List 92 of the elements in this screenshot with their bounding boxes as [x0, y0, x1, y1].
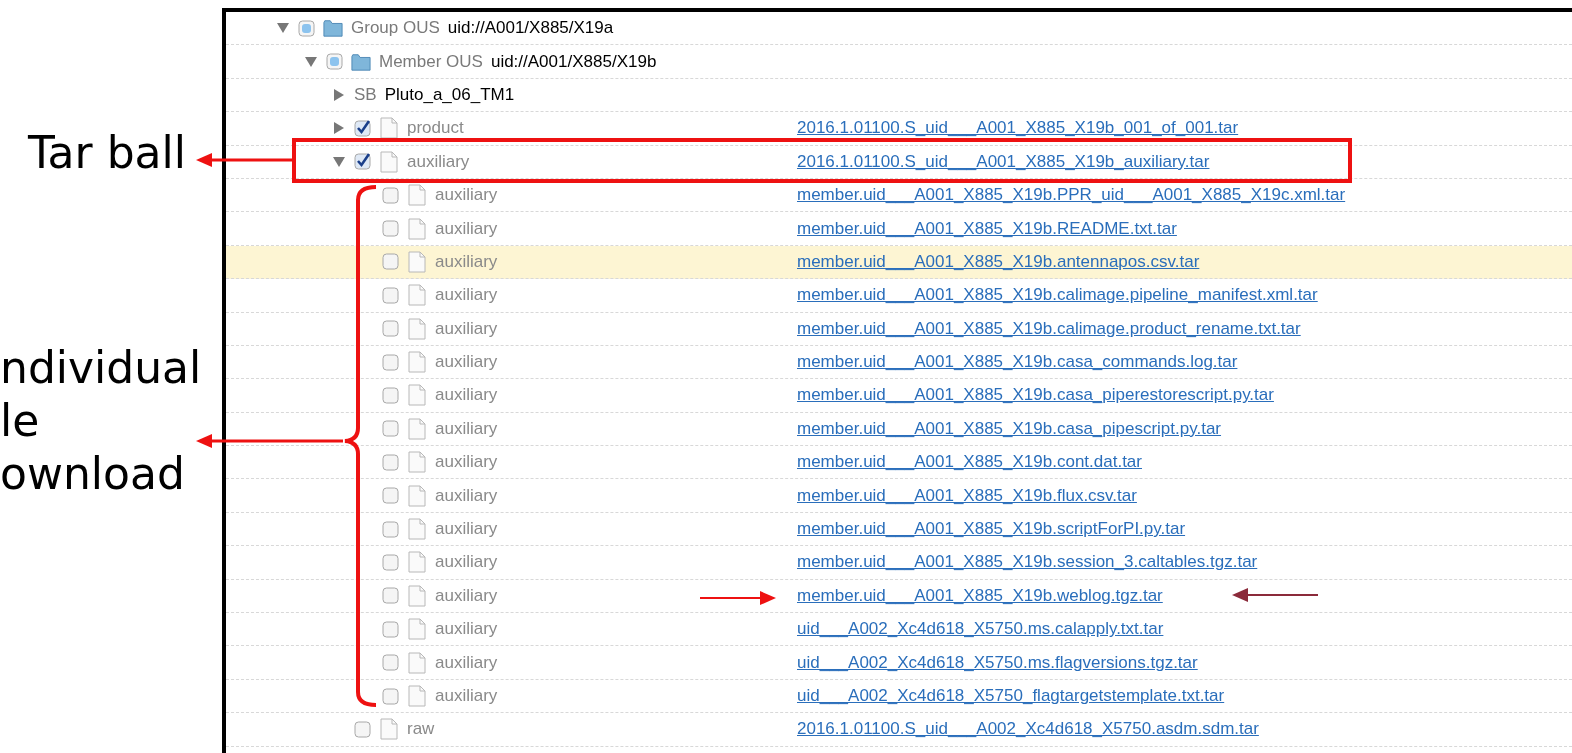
item-label: auxiliary [435, 185, 498, 206]
checkbox[interactable] [382, 654, 399, 672]
file-link[interactable]: 2016.1.01100.S_uid___A001_X885_X19b_001_of_001.tar [797, 118, 1239, 139]
file-icon [407, 551, 427, 574]
checkbox[interactable] [382, 220, 399, 238]
item-label: raw [407, 719, 435, 740]
file-link[interactable]: member.uid___A001_X885_X19b.cont.dat.tar [797, 452, 1142, 473]
checkbox[interactable] [298, 19, 315, 37]
file-icon [407, 351, 427, 374]
item-label: auxiliary [435, 585, 498, 606]
file-icon [407, 484, 427, 507]
checkbox[interactable] [382, 186, 399, 204]
collapse-triangle-icon[interactable] [332, 122, 346, 135]
file-link[interactable]: uid___A002_Xc4d618_X5750.ms.calapply.txt.tar [797, 619, 1164, 640]
annotation-label: ndividual le ownload [0, 342, 202, 501]
item-label: auxiliary [435, 552, 498, 573]
checkbox[interactable] [354, 153, 371, 171]
item-label: auxiliary [435, 285, 498, 306]
item-label: auxiliary [435, 686, 498, 706]
file-icon [407, 584, 427, 607]
file-icon [407, 284, 427, 307]
item-label: auxiliary [435, 418, 498, 439]
file-link[interactable]: 2016.1.01100.S_uid___A002_Xc4d618_X5750.asdm.sdm.tar [797, 719, 1259, 740]
file-link[interactable]: member.uid___A001_X885_X19b.flux.csv.tar [797, 485, 1137, 506]
file-link[interactable]: member.uid___A001_X885_X19b.weblog.tgz.tar [797, 585, 1163, 606]
file-link[interactable]: member.uid___A001_X885_X19b.antennapos.csv.tar [797, 251, 1200, 272]
item-label: auxiliary [435, 218, 498, 239]
file-link[interactable]: member.uid___A001_X885_X19b.casa_commands.log.tar [797, 352, 1238, 373]
file-icon [407, 317, 427, 340]
file-icon [379, 117, 399, 140]
file-icon [407, 417, 427, 440]
item-type: Group OUS [351, 18, 440, 39]
item-label: auxiliary [435, 352, 498, 373]
checkbox[interactable] [382, 487, 399, 505]
checkbox[interactable] [382, 687, 399, 705]
checkbox[interactable] [382, 520, 399, 538]
checkbox[interactable] [382, 553, 399, 571]
item-label: auxiliary [435, 519, 498, 540]
folder-icon [323, 17, 343, 40]
file-link[interactable]: member.uid___A001_X885_X19b.casa_pipescript.py.tar [797, 418, 1222, 439]
checkbox[interactable] [326, 53, 343, 71]
file-link[interactable]: member.uid___A001_X885_X19b.casa_piperestorescript.py.tar [797, 385, 1274, 406]
item-label: auxiliary [435, 452, 498, 473]
checkbox[interactable] [382, 453, 399, 471]
file-icon [407, 184, 427, 207]
item-label: auxiliary [435, 318, 498, 339]
item-label: auxiliary [407, 151, 470, 172]
checkbox[interactable] [382, 286, 399, 304]
checkbox[interactable] [382, 420, 399, 438]
checkbox[interactable] [382, 620, 399, 638]
checkbox[interactable] [382, 587, 399, 605]
file-link[interactable]: member.uid___A001_X885_X19b.README.txt.tar [797, 218, 1177, 239]
expand-triangle-icon[interactable] [332, 155, 346, 168]
checkbox[interactable] [354, 119, 371, 137]
file-icon [407, 384, 427, 407]
collapse-triangle-icon[interactable] [332, 88, 346, 101]
file-link[interactable]: 2016.1.01100.S_uid___A001_X885_X19b_auxiliary.tar [797, 151, 1210, 172]
checkbox[interactable] [382, 320, 399, 338]
file-icon [407, 518, 427, 541]
file-icon [407, 618, 427, 641]
file-link[interactable]: member.uid___A001_X885_X19b.calimage.pipeline_manifest.xml.tar [797, 285, 1318, 306]
item-type: SB [354, 84, 377, 105]
file-icon [407, 217, 427, 240]
item-label: auxiliary [435, 619, 498, 640]
checkbox[interactable] [382, 353, 399, 371]
file-link[interactable]: member.uid___A001_X885_X19b.PPR_uid___A001_X885_X19c.xml.tar [797, 185, 1346, 206]
item-name: uid://A001/X885/X19b [490, 51, 657, 72]
item-label: auxiliary [435, 385, 498, 406]
file-icon [379, 718, 399, 741]
file-icon [407, 685, 427, 707]
expand-triangle-icon[interactable] [304, 55, 318, 68]
item-label: auxiliary [435, 251, 498, 272]
item-name: uid://A001/X885/X19a [447, 18, 614, 39]
file-icon [407, 451, 427, 474]
item-type: Member OUS [379, 51, 483, 72]
checkbox[interactable] [382, 253, 399, 271]
file-link[interactable]: uid___A002_Xc4d618_X5750_flagtargetstemplate.txt.tar [797, 686, 1225, 706]
item-label: auxiliary [435, 485, 498, 506]
file-icon [407, 651, 427, 674]
item-name: Pluto_a_06_TM1 [384, 84, 515, 105]
checkbox[interactable] [382, 387, 399, 404]
file-icon [407, 250, 427, 273]
file-icon [379, 150, 399, 173]
expand-triangle-icon[interactable] [276, 22, 290, 35]
file-link[interactable]: member.uid___A001_X885_X19b.scriptForPI.py.tar [797, 519, 1186, 540]
checkbox[interactable] [354, 720, 371, 738]
annotation-label: Tar ball [28, 131, 186, 175]
item-label: product [407, 118, 464, 139]
item-label: auxiliary [435, 652, 498, 673]
file-link[interactable]: uid___A002_Xc4d618_X5750.ms.flagversions.tgz.tar [797, 652, 1198, 673]
file-link[interactable]: member.uid___A001_X885_X19b.calimage.product_rename.txt.tar [797, 318, 1301, 339]
file-link[interactable]: member.uid___A001_X885_X19b.session_3.caltables.tgz.tar [797, 552, 1258, 573]
